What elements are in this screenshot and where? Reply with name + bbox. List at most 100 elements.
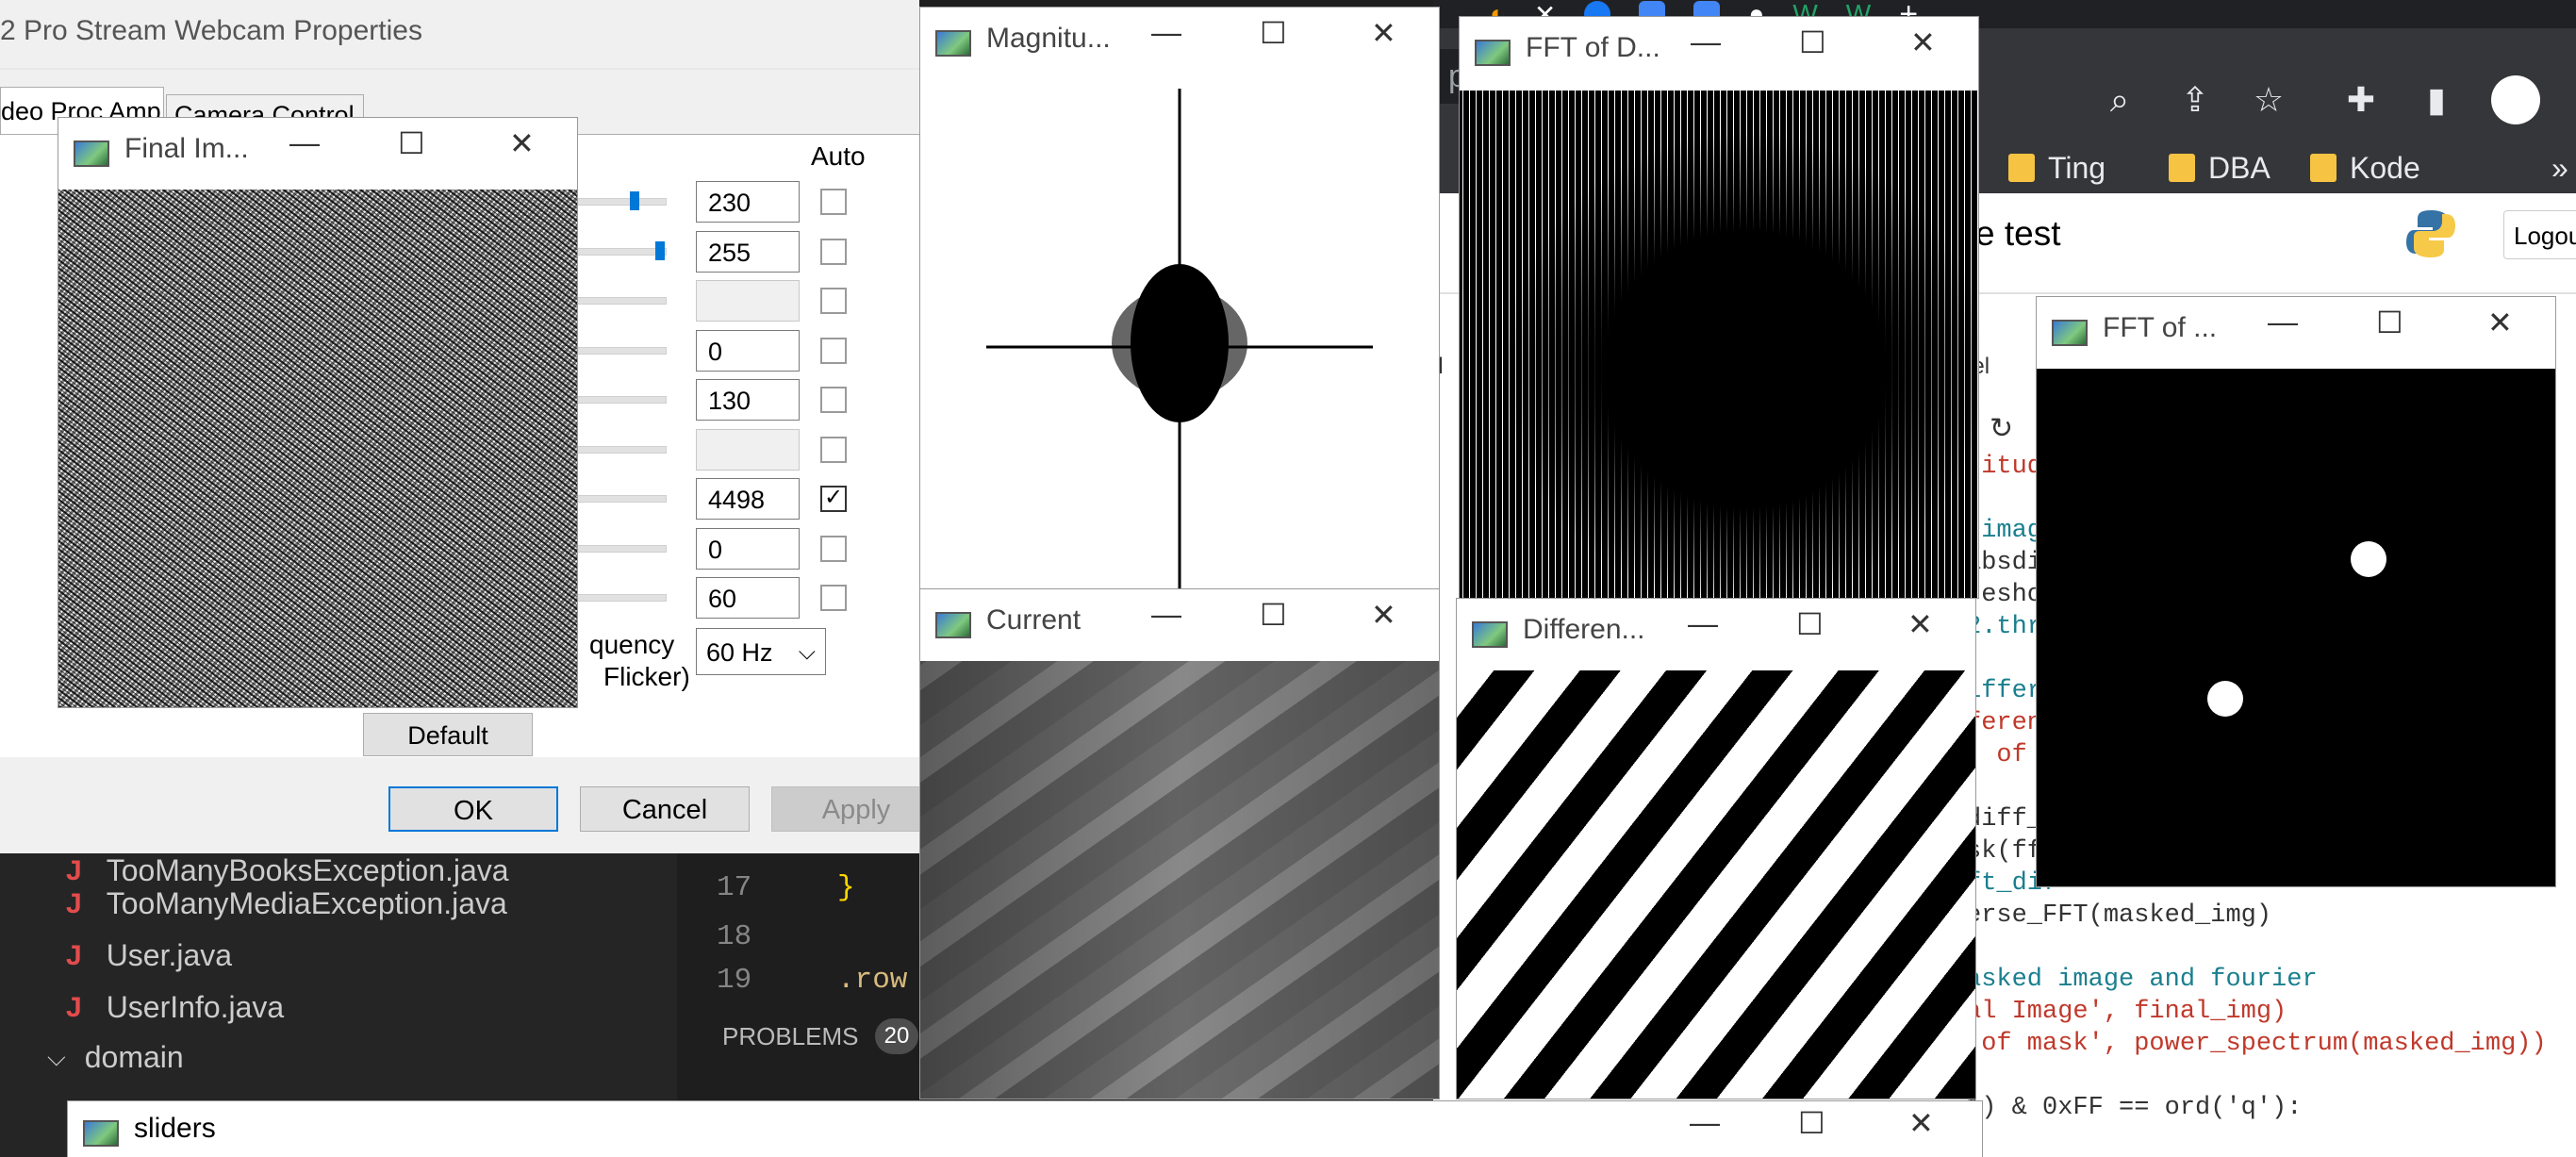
zoom-icon[interactable]: ⌕ — [2099, 79, 2140, 121]
slider-track[interactable] — [566, 594, 667, 602]
window-title: Magnitu... — [986, 23, 1111, 54]
fft-difference-window: FFT of D... — ☐ ✕ — [1460, 17, 1978, 598]
slider-track[interactable] — [566, 544, 667, 553]
title-bar[interactable]: FFT of D... — ☐ ✕ — [1460, 17, 1978, 83]
close-icon[interactable]: ✕ — [2487, 305, 2513, 340]
window-title: FFT of ... — [2103, 312, 2218, 343]
close-icon[interactable]: ✕ — [1371, 597, 1396, 633]
code-line: al Image', final_img) — [1966, 998, 2287, 1026]
code-line: asked image and fourier — [1966, 966, 2318, 994]
default-button[interactable]: Default — [363, 713, 533, 756]
chevron-down-icon: ⌵ — [47, 1042, 66, 1071]
slider-track[interactable] — [566, 396, 667, 404]
close-icon[interactable]: ✕ — [509, 125, 535, 161]
code-line: 2.thr — [1966, 613, 2043, 641]
minimize-icon[interactable]: — — [1688, 606, 1718, 641]
property-value-input[interactable] — [696, 280, 800, 322]
sidepanel-icon[interactable]: ▮ — [2416, 79, 2457, 121]
slider-thumb[interactable] — [630, 191, 640, 210]
code-line: diff_ — [1966, 805, 2043, 834]
slider-track[interactable] — [566, 346, 667, 355]
minimize-icon[interactable]: — — [1690, 1105, 1720, 1140]
property-value-input[interactable]: 0 — [696, 527, 800, 570]
maximize-icon[interactable]: ☐ — [398, 125, 425, 161]
title-bar[interactable]: Magnitu... — ☐ ✕ — [920, 8, 1439, 74]
slider-track[interactable] — [566, 297, 667, 305]
bookmarks-more-icon[interactable]: » — [2551, 146, 2568, 190]
close-icon[interactable]: ✕ — [1907, 606, 1933, 642]
window-icon — [2052, 320, 2088, 346]
menu-icon[interactable]: ⋮ — [2561, 79, 2576, 121]
property-value-input[interactable]: 60 — [696, 577, 800, 619]
minimize-icon[interactable]: — — [2268, 305, 2298, 339]
maximize-icon[interactable]: ☐ — [1260, 597, 1287, 633]
logout-button[interactable]: Logou — [2503, 210, 2576, 259]
slider-track[interactable] — [566, 198, 667, 206]
title-bar[interactable]: FFT of ... — ☐ ✕ — [2037, 297, 2555, 363]
close-icon[interactable]: ✕ — [1908, 1105, 1934, 1141]
powerline-label: quency — [589, 630, 675, 659]
bookmark-ting[interactable]: Ting — [2008, 146, 2105, 190]
maximize-icon[interactable]: ☐ — [1798, 1105, 1825, 1141]
cancel-button[interactable]: Cancel — [580, 786, 750, 832]
auto-checkbox[interactable] — [820, 436, 847, 463]
restart-icon[interactable]: ↻ — [1990, 412, 2013, 445]
file-item[interactable]: J UserInfo.java — [66, 990, 284, 1025]
line-number: 18 — [717, 920, 752, 953]
auto-checkbox[interactable] — [820, 535, 847, 562]
minimize-icon[interactable]: — — [289, 125, 320, 160]
slider-track[interactable] — [566, 495, 667, 503]
file-item[interactable]: J TooManyMediaException.java — [66, 886, 507, 921]
code-text: } — [837, 871, 855, 904]
apply-button[interactable]: Apply — [771, 786, 941, 832]
java-icon: J — [66, 887, 82, 919]
maximize-icon[interactable]: ☐ — [2376, 305, 2403, 340]
profile-avatar[interactable] — [2491, 75, 2540, 124]
current-frame-canvas — [920, 661, 1439, 1099]
powerline-frequency-select[interactable]: 60 Hz ⌵ — [696, 628, 826, 675]
folder-domain[interactable]: ⌵ domain — [47, 1040, 184, 1075]
auto-checkbox[interactable]: ✓ — [820, 486, 847, 512]
slider-track[interactable] — [566, 247, 667, 256]
title-bar[interactable]: Differen... — ☐ ✕ — [1457, 599, 1975, 665]
title-bar[interactable]: Current — ☐ ✕ — [920, 589, 1439, 655]
property-value-input[interactable]: 4498 — [696, 478, 800, 520]
window-icon — [1472, 621, 1508, 648]
auto-checkbox[interactable] — [820, 585, 847, 611]
auto-checkbox[interactable] — [820, 387, 847, 413]
auto-checkbox[interactable] — [820, 337, 847, 364]
minimize-icon[interactable]: — — [1151, 597, 1181, 632]
window-title: Final Im... — [124, 133, 249, 164]
auto-checkbox[interactable] — [820, 189, 847, 215]
close-icon[interactable]: ✕ — [1371, 15, 1396, 51]
star-icon[interactable]: ☆ — [2248, 79, 2289, 121]
tab-problems[interactable]: PROBLEMS — [722, 1022, 859, 1051]
property-value-input[interactable]: 230 — [696, 181, 800, 223]
property-value-input[interactable]: 255 — [696, 230, 800, 273]
title-bar[interactable]: sliders — ☐ ✕ — [68, 1101, 1982, 1157]
close-icon[interactable]: ✕ — [1910, 25, 1936, 60]
minimize-icon[interactable]: — — [1151, 15, 1181, 50]
auto-checkbox[interactable] — [820, 238, 847, 265]
ok-button[interactable]: OK — [388, 786, 558, 832]
maximize-icon[interactable]: ☐ — [1260, 15, 1287, 51]
final-image-canvas — [58, 190, 577, 707]
minimize-icon[interactable]: — — [1691, 25, 1721, 59]
title-bar[interactable]: Final Im... — ☐ ✕ — [58, 118, 577, 184]
maximize-icon[interactable]: ☐ — [1796, 606, 1824, 642]
file-item[interactable]: J TooManyBooksException.java — [66, 853, 509, 888]
slider-track[interactable] — [566, 445, 667, 454]
bookmark-dba[interactable]: DBA — [2169, 146, 2271, 190]
property-value-input[interactable] — [696, 428, 800, 471]
file-item[interactable]: J User.java — [66, 938, 232, 973]
share-icon[interactable]: ⇪ — [2174, 79, 2216, 121]
page-title: e test — [1975, 214, 2061, 253]
property-value-input[interactable]: 0 — [696, 329, 800, 372]
property-value-input[interactable]: 130 — [696, 379, 800, 421]
slider-thumb[interactable] — [655, 240, 665, 260]
extensions-icon[interactable]: ✚ — [2340, 79, 2382, 121]
auto-checkbox[interactable] — [820, 288, 847, 314]
bookmark-kode[interactable]: Kode — [2310, 146, 2420, 190]
folder-name: domain — [84, 1040, 184, 1074]
maximize-icon[interactable]: ☐ — [1799, 25, 1826, 60]
